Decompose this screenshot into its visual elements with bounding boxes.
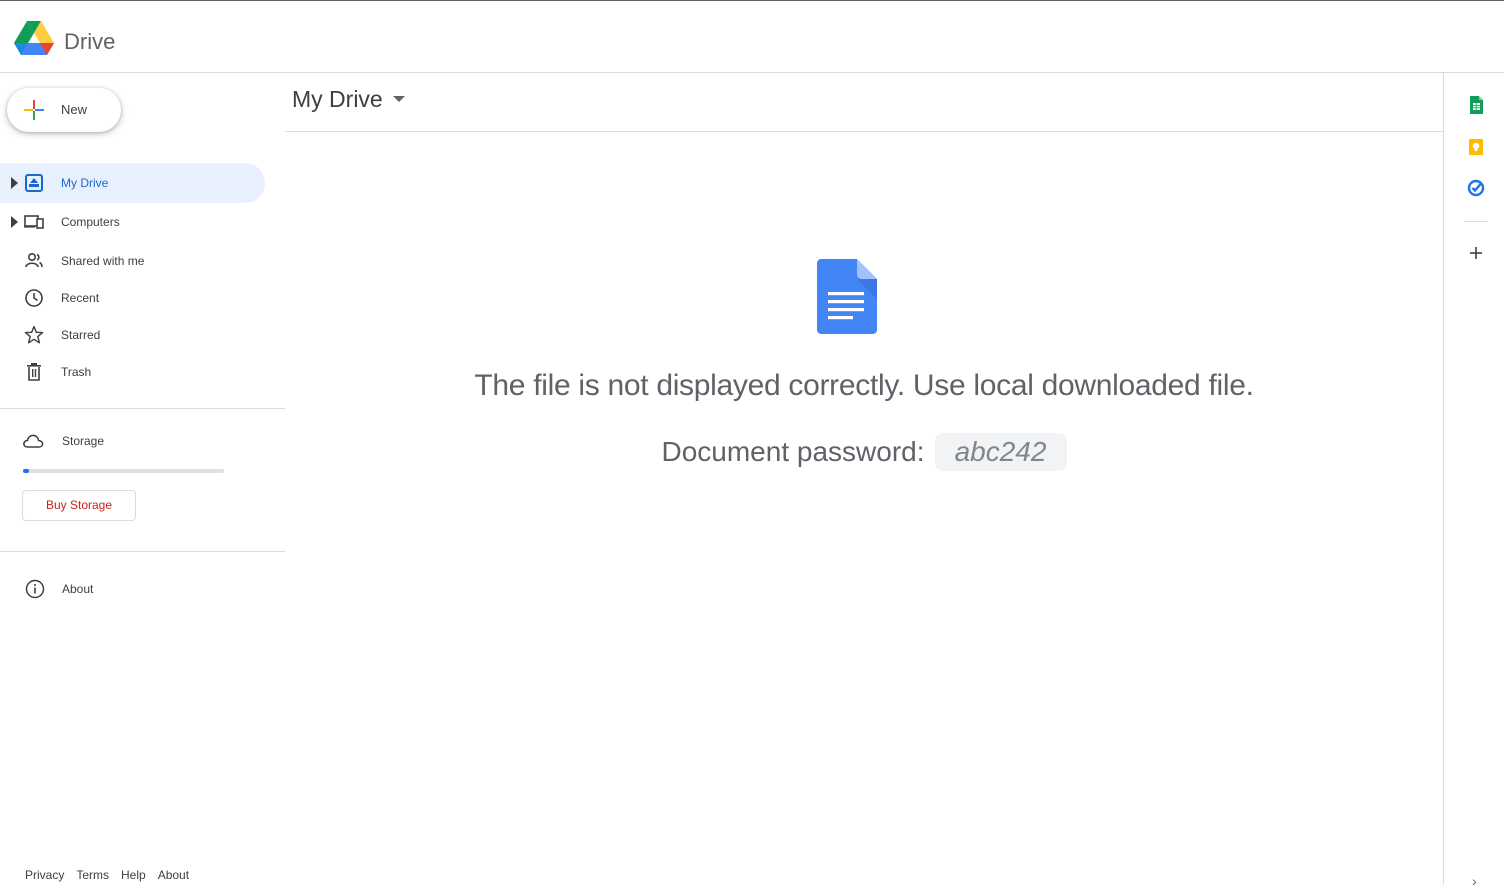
sidebar-item-recent[interactable]: Recent — [0, 278, 265, 318]
main-content: My Drive The file is not displayed corre… — [285, 73, 1443, 885]
sheets-icon[interactable] — [1466, 95, 1486, 115]
star-icon — [24, 325, 44, 344]
password-label: Document password: — [661, 436, 925, 467]
sidebar-item-label: Starred — [61, 328, 101, 342]
about-row[interactable]: About — [0, 571, 265, 607]
sidebar-item-shared[interactable]: Shared with me — [0, 241, 265, 281]
buy-storage-button[interactable]: Buy Storage — [22, 490, 136, 521]
privacy-link[interactable]: Privacy — [25, 868, 64, 882]
caret-down-icon — [392, 95, 405, 102]
password-row: Document password: abc242 — [285, 433, 1443, 471]
sidebar-item-my-drive[interactable]: My Drive — [0, 163, 265, 203]
storage-progress-fill — [23, 469, 30, 473]
app-title: Drive — [64, 29, 116, 54]
storage-label: Storage — [62, 434, 105, 448]
sidebar-item-label: Recent — [61, 291, 100, 305]
keep-icon[interactable] — [1466, 137, 1486, 157]
computers-icon — [24, 215, 44, 229]
footer-links: Privacy Terms Help About — [25, 868, 201, 882]
plus-icon — [24, 100, 44, 120]
clock-icon — [25, 289, 43, 307]
breadcrumb[interactable]: My Drive — [292, 86, 405, 120]
sidebar-item-computers[interactable]: Computers — [0, 202, 265, 242]
top-bar: Drive — [0, 1, 1504, 73]
sidebar-divider — [0, 551, 285, 552]
chevron-right-icon[interactable]: › — [1472, 873, 1477, 885]
google-docs-icon — [817, 259, 877, 334]
sidebar-divider — [0, 408, 285, 409]
terms-link[interactable]: Terms — [76, 868, 109, 882]
side-panel-divider — [1464, 221, 1488, 222]
tasks-icon[interactable] — [1466, 178, 1486, 198]
sidebar-item-trash[interactable]: Trash — [0, 352, 265, 392]
page-title: My Drive — [292, 86, 383, 112]
new-button-label: New — [61, 102, 88, 117]
about-link[interactable]: About — [158, 868, 189, 882]
drive-logo-icon[interactable] — [14, 20, 54, 56]
sidebar-item-label: Computers — [61, 215, 120, 229]
password-value[interactable]: abc242 — [934, 433, 1067, 471]
error-message: The file is not displayed correctly. Use… — [474, 369, 1254, 402]
sidebar-item-label: Shared with me — [61, 254, 145, 268]
info-icon — [25, 579, 45, 599]
help-link[interactable]: Help — [121, 868, 146, 882]
side-panel: › — [1443, 73, 1504, 885]
storage-row[interactable]: Storage — [0, 423, 265, 459]
cloud-icon — [23, 434, 44, 448]
expand-arrow-icon[interactable] — [11, 216, 18, 228]
main-divider — [285, 131, 1443, 132]
about-label: About — [62, 582, 94, 596]
my-drive-icon — [25, 174, 43, 192]
sidebar: New My Drive Computers Shared with me Re… — [0, 73, 285, 885]
shared-icon — [25, 252, 43, 268]
sidebar-item-starred[interactable]: Starred — [0, 315, 265, 355]
sidebar-item-label: Trash — [61, 365, 92, 379]
add-icon[interactable] — [1468, 245, 1484, 261]
expand-arrow-icon[interactable] — [11, 177, 18, 189]
storage-progress-bar — [23, 469, 224, 473]
sidebar-item-label: My Drive — [61, 176, 109, 190]
trash-icon — [27, 363, 41, 381]
new-button[interactable]: New — [7, 88, 121, 132]
